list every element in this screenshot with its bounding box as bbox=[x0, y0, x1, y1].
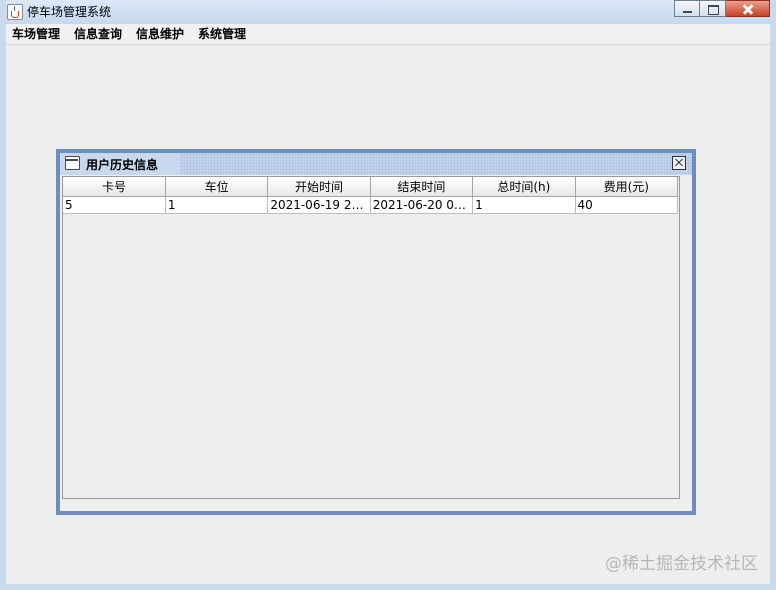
column-header-fee[interactable]: 费用(元) bbox=[574, 177, 679, 197]
user-history-title-bar[interactable]: 用户历史信息 bbox=[60, 153, 692, 175]
cell-start-time[interactable]: 2021-06-19 23:3... bbox=[267, 195, 371, 214]
menu-info-maintenance[interactable]: 信息维护 bbox=[129, 24, 191, 45]
column-header-space[interactable]: 车位 bbox=[164, 177, 269, 197]
close-icon[interactable] bbox=[672, 156, 686, 170]
java-cup-icon bbox=[7, 4, 23, 20]
cell-space[interactable]: 1 bbox=[164, 195, 269, 214]
menu-parking-management[interactable]: 车场管理 bbox=[6, 24, 67, 45]
user-history-window: 用户历史信息 卡号 车位 开始时间 结束时间 总时间(h) 费用(元) 5 1 … bbox=[56, 149, 696, 515]
column-header-card-no[interactable]: 卡号 bbox=[63, 177, 166, 197]
window-title-bar[interactable]: 停车场管理系统 bbox=[0, 0, 776, 24]
cell-total-time[interactable]: 1 bbox=[472, 195, 576, 214]
menu-system-management[interactable]: 系统管理 bbox=[191, 24, 253, 45]
cell-end-time[interactable]: 2021-06-20 00:... bbox=[369, 195, 474, 214]
window-title: 停车场管理系统 bbox=[27, 5, 112, 19]
minimize-icon[interactable] bbox=[674, 0, 700, 17]
window-controls bbox=[674, 0, 770, 18]
menu-info-query[interactable]: 信息查询 bbox=[67, 24, 129, 45]
table-header-row: 卡号 车位 开始时间 结束时间 总时间(h) 费用(元) bbox=[63, 177, 679, 197]
window-icon bbox=[65, 156, 80, 170]
history-table: 卡号 车位 开始时间 结束时间 总时间(h) 费用(元) 5 1 2021-06… bbox=[63, 177, 679, 214]
cell-card-no[interactable]: 5 bbox=[63, 195, 166, 214]
table-row[interactable]: 5 1 2021-06-19 23:3... 2021-06-20 00:...… bbox=[63, 195, 679, 214]
watermark: @稀土掘金技术社区 bbox=[605, 554, 758, 574]
history-table-scrollpane[interactable]: 卡号 车位 开始时间 结束时间 总时间(h) 费用(元) 5 1 2021-06… bbox=[62, 176, 680, 499]
cell-fee[interactable]: 40 bbox=[574, 195, 679, 214]
maximize-icon[interactable] bbox=[700, 0, 726, 17]
close-icon[interactable] bbox=[726, 0, 770, 17]
column-header-start-time[interactable]: 开始时间 bbox=[267, 177, 371, 197]
column-header-end-time[interactable]: 结束时间 bbox=[369, 177, 474, 197]
user-history-title: 用户历史信息 bbox=[86, 156, 165, 173]
column-header-total-time[interactable]: 总时间(h) bbox=[472, 177, 576, 197]
menu-bar: 车场管理 信息查询 信息维护 系统管理 bbox=[6, 24, 770, 45]
